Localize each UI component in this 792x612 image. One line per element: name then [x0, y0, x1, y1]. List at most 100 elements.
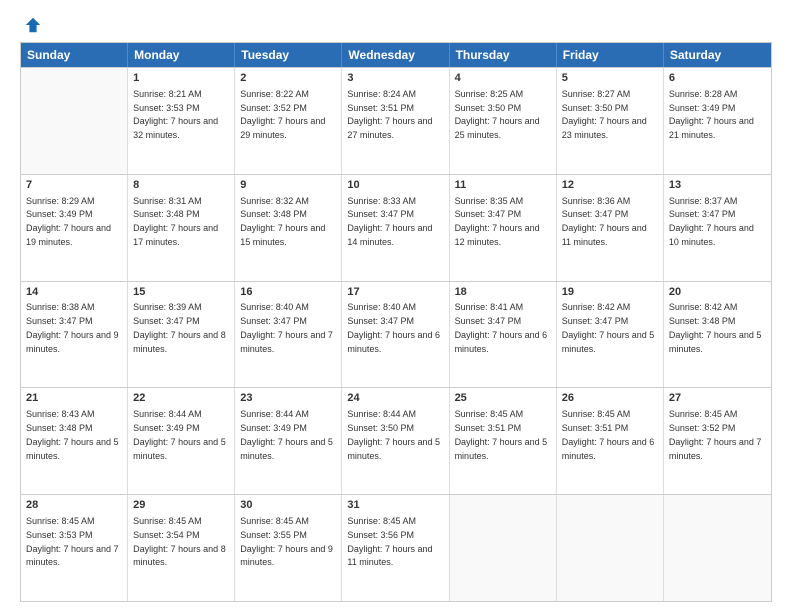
cell-info: Sunrise: 8:27 AMSunset: 3:50 PMDaylight:…: [562, 89, 647, 140]
header-cell-monday: Monday: [128, 43, 235, 67]
day-number: 15: [133, 285, 229, 300]
day-number: 14: [26, 285, 122, 300]
day-number: 4: [455, 71, 551, 86]
header-cell-tuesday: Tuesday: [235, 43, 342, 67]
day-number: 17: [347, 285, 443, 300]
table-row: [21, 68, 128, 174]
table-row: 30 Sunrise: 8:45 AMSunset: 3:55 PMDayligh…: [235, 495, 342, 601]
day-number: 26: [562, 391, 658, 406]
cell-info: Sunrise: 8:25 AMSunset: 3:50 PMDaylight:…: [455, 89, 540, 140]
table-row: 18 Sunrise: 8:41 AMSunset: 3:47 PMDayligh…: [450, 282, 557, 388]
cell-info: Sunrise: 8:37 AMSunset: 3:47 PMDaylight:…: [669, 196, 754, 247]
cell-info: Sunrise: 8:40 AMSunset: 3:47 PMDaylight:…: [240, 302, 333, 353]
day-number: 23: [240, 391, 336, 406]
day-number: 3: [347, 71, 443, 86]
day-number: 1: [133, 71, 229, 86]
table-row: 14 Sunrise: 8:38 AMSunset: 3:47 PMDayligh…: [21, 282, 128, 388]
table-row: 13 Sunrise: 8:37 AMSunset: 3:47 PMDayligh…: [664, 175, 771, 281]
header-cell-wednesday: Wednesday: [342, 43, 449, 67]
cell-info: Sunrise: 8:35 AMSunset: 3:47 PMDaylight:…: [455, 196, 540, 247]
table-row: 1 Sunrise: 8:21 AMSunset: 3:53 PMDaylight…: [128, 68, 235, 174]
table-row: [557, 495, 664, 601]
table-row: 3 Sunrise: 8:24 AMSunset: 3:51 PMDaylight…: [342, 68, 449, 174]
day-number: 7: [26, 178, 122, 193]
day-number: 18: [455, 285, 551, 300]
table-row: 9 Sunrise: 8:32 AMSunset: 3:48 PMDaylight…: [235, 175, 342, 281]
day-number: 31: [347, 498, 443, 513]
header-cell-sunday: Sunday: [21, 43, 128, 67]
calendar-row-4: 21 Sunrise: 8:43 AMSunset: 3:48 PMDayligh…: [21, 387, 771, 494]
day-number: 8: [133, 178, 229, 193]
cell-info: Sunrise: 8:41 AMSunset: 3:47 PMDaylight:…: [455, 302, 548, 353]
day-number: 30: [240, 498, 336, 513]
cell-info: Sunrise: 8:43 AMSunset: 3:48 PMDaylight:…: [26, 409, 119, 460]
cell-info: Sunrise: 8:36 AMSunset: 3:47 PMDaylight:…: [562, 196, 647, 247]
table-row: 12 Sunrise: 8:36 AMSunset: 3:47 PMDayligh…: [557, 175, 664, 281]
table-row: 5 Sunrise: 8:27 AMSunset: 3:50 PMDaylight…: [557, 68, 664, 174]
day-number: 12: [562, 178, 658, 193]
cell-info: Sunrise: 8:32 AMSunset: 3:48 PMDaylight:…: [240, 196, 325, 247]
cell-info: Sunrise: 8:24 AMSunset: 3:51 PMDaylight:…: [347, 89, 432, 140]
day-number: 28: [26, 498, 122, 513]
cell-info: Sunrise: 8:45 AMSunset: 3:53 PMDaylight:…: [26, 516, 119, 567]
table-row: 4 Sunrise: 8:25 AMSunset: 3:50 PMDaylight…: [450, 68, 557, 174]
calendar-row-3: 14 Sunrise: 8:38 AMSunset: 3:47 PMDayligh…: [21, 281, 771, 388]
calendar-row-5: 28 Sunrise: 8:45 AMSunset: 3:53 PMDayligh…: [21, 494, 771, 601]
day-number: 22: [133, 391, 229, 406]
table-row: [664, 495, 771, 601]
table-row: 20 Sunrise: 8:42 AMSunset: 3:48 PMDayligh…: [664, 282, 771, 388]
table-row: 21 Sunrise: 8:43 AMSunset: 3:48 PMDayligh…: [21, 388, 128, 494]
cell-info: Sunrise: 8:22 AMSunset: 3:52 PMDaylight:…: [240, 89, 325, 140]
day-number: 25: [455, 391, 551, 406]
table-row: [450, 495, 557, 601]
day-number: 5: [562, 71, 658, 86]
header-cell-saturday: Saturday: [664, 43, 771, 67]
cell-info: Sunrise: 8:28 AMSunset: 3:49 PMDaylight:…: [669, 89, 754, 140]
table-row: 15 Sunrise: 8:39 AMSunset: 3:47 PMDayligh…: [128, 282, 235, 388]
day-number: 21: [26, 391, 122, 406]
cell-info: Sunrise: 8:38 AMSunset: 3:47 PMDaylight:…: [26, 302, 119, 353]
day-number: 19: [562, 285, 658, 300]
cell-info: Sunrise: 8:33 AMSunset: 3:47 PMDaylight:…: [347, 196, 432, 247]
cell-info: Sunrise: 8:44 AMSunset: 3:50 PMDaylight:…: [347, 409, 440, 460]
header-cell-friday: Friday: [557, 43, 664, 67]
table-row: 2 Sunrise: 8:22 AMSunset: 3:52 PMDaylight…: [235, 68, 342, 174]
table-row: 27Sunrise: 8:45 AMSunset: 3:52 PMDayligh…: [664, 388, 771, 494]
calendar-row-2: 7Sunrise: 8:29 AMSunset: 3:49 PMDaylight…: [21, 174, 771, 281]
table-row: 29Sunrise: 8:45 AMSunset: 3:54 PMDayligh…: [128, 495, 235, 601]
day-number: 6: [669, 71, 766, 86]
day-number: 10: [347, 178, 443, 193]
day-number: 9: [240, 178, 336, 193]
day-number: 2: [240, 71, 336, 86]
table-row: 17Sunrise: 8:40 AMSunset: 3:47 PMDayligh…: [342, 282, 449, 388]
cell-info: Sunrise: 8:42 AMSunset: 3:48 PMDaylight:…: [669, 302, 762, 353]
cell-info: Sunrise: 8:39 AMSunset: 3:47 PMDaylight:…: [133, 302, 226, 353]
cell-info: Sunrise: 8:21 AMSunset: 3:53 PMDaylight:…: [133, 89, 218, 140]
day-number: 13: [669, 178, 766, 193]
table-row: 8 Sunrise: 8:31 AMSunset: 3:48 PMDaylight…: [128, 175, 235, 281]
cell-info: Sunrise: 8:31 AMSunset: 3:48 PMDaylight:…: [133, 196, 218, 247]
table-row: 19 Sunrise: 8:42 AMSunset: 3:47 PMDayligh…: [557, 282, 664, 388]
table-row: 28 Sunrise: 8:45 AMSunset: 3:53 PMDayligh…: [21, 495, 128, 601]
cell-info: Sunrise: 8:45 AMSunset: 3:55 PMDaylight:…: [240, 516, 333, 567]
logo: [20, 16, 42, 34]
calendar: SundayMondayTuesdayWednesdayThursdayFrid…: [20, 42, 772, 602]
table-row: 11 Sunrise: 8:35 AMSunset: 3:47 PMDayligh…: [450, 175, 557, 281]
logo-icon: [24, 16, 42, 34]
table-row: 26Sunrise: 8:45 AMSunset: 3:51 PMDayligh…: [557, 388, 664, 494]
table-row: 7Sunrise: 8:29 AMSunset: 3:49 PMDaylight…: [21, 175, 128, 281]
table-row: 10 Sunrise: 8:33 AMSunset: 3:47 PMDayligh…: [342, 175, 449, 281]
table-row: 22 Sunrise: 8:44 AMSunset: 3:49 PMDayligh…: [128, 388, 235, 494]
day-number: 27: [669, 391, 766, 406]
cell-info: Sunrise: 8:44 AMSunset: 3:49 PMDaylight:…: [133, 409, 226, 460]
table-row: 25 Sunrise: 8:45 AMSunset: 3:51 PMDayligh…: [450, 388, 557, 494]
table-row: 24Sunrise: 8:44 AMSunset: 3:50 PMDayligh…: [342, 388, 449, 494]
day-number: 16: [240, 285, 336, 300]
day-number: 20: [669, 285, 766, 300]
table-row: 23Sunrise: 8:44 AMSunset: 3:49 PMDayligh…: [235, 388, 342, 494]
cell-info: Sunrise: 8:45 AMSunset: 3:56 PMDaylight:…: [347, 516, 432, 567]
day-number: 11: [455, 178, 551, 193]
calendar-row-1: 1 Sunrise: 8:21 AMSunset: 3:53 PMDaylight…: [21, 67, 771, 174]
cell-info: Sunrise: 8:45 AMSunset: 3:51 PMDaylight:…: [455, 409, 548, 460]
cell-info: Sunrise: 8:42 AMSunset: 3:47 PMDaylight:…: [562, 302, 655, 353]
